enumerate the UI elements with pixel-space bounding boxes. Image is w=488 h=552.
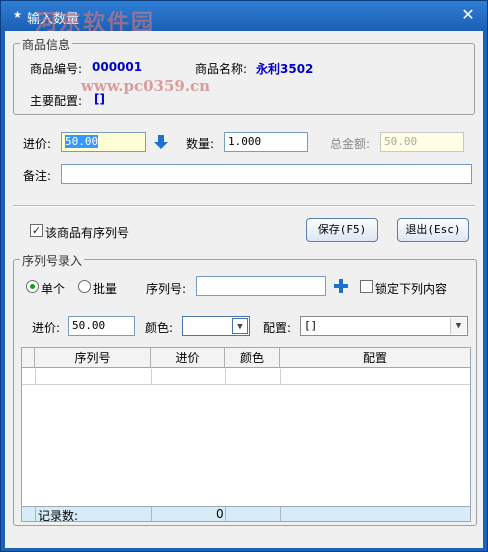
color-select[interactable]: ▼ bbox=[182, 316, 250, 336]
main-config-label: 主要配置: bbox=[30, 94, 83, 108]
price-label: 进价: bbox=[23, 137, 52, 151]
batch-mode-radio[interactable] bbox=[78, 280, 91, 293]
serial-entry-title: 序列号录入 bbox=[20, 252, 85, 269]
price-input[interactable]: 50.00 bbox=[61, 132, 146, 152]
config-select-value: [] bbox=[304, 319, 318, 332]
save-button[interactable]: 保存(F5) bbox=[306, 218, 378, 242]
color-label: 颜色: bbox=[145, 321, 174, 335]
add-plus-icon[interactable] bbox=[334, 279, 348, 293]
serial-price-input[interactable]: 50.00 bbox=[68, 316, 135, 336]
table-row[interactable] bbox=[22, 369, 470, 385]
arrow-down-icon[interactable] bbox=[153, 134, 169, 150]
product-info-group: 商品信息 商品编号: 000001 商品名称: 永利3502 主要配置: [] bbox=[13, 36, 475, 115]
column-header-serial[interactable]: 序列号 bbox=[35, 348, 151, 368]
section-divider bbox=[13, 205, 475, 207]
serial-number-input[interactable] bbox=[196, 276, 326, 296]
has-serial-checkbox[interactable]: ✓ bbox=[30, 224, 43, 237]
config-select[interactable]: [] ▼ bbox=[300, 316, 468, 336]
serial-grid[interactable]: 序列号 进价 颜色 配置 记录数: 0 bbox=[21, 347, 471, 523]
has-serial-label: 该商品有序列号 bbox=[45, 226, 130, 240]
quantity-label: 数量: bbox=[186, 137, 215, 151]
lock-content-checkbox[interactable] bbox=[360, 280, 373, 293]
column-header-indicator bbox=[22, 348, 35, 368]
grid-footer: 记录数: 0 bbox=[22, 506, 470, 523]
dialog-body: www.pc0359.cn 商品信息 商品编号: 000001 商品名称: 永利… bbox=[5, 31, 483, 548]
batch-mode-label: 批量 bbox=[93, 282, 118, 296]
total-amount-input: 50.00 bbox=[380, 132, 464, 152]
note-label: 备注: bbox=[23, 169, 52, 183]
total-amount-label: 总金额: bbox=[330, 137, 371, 151]
single-mode-label: 单个 bbox=[41, 282, 66, 296]
title-bar[interactable]: ★ 输入数量 河东软件园 ✕ bbox=[1, 1, 487, 36]
price-input-value: 50.00 bbox=[65, 135, 99, 148]
column-header-config[interactable]: 配置 bbox=[280, 348, 470, 368]
note-input[interactable] bbox=[61, 164, 472, 184]
product-name-label: 商品名称: bbox=[195, 62, 248, 76]
main-config-value: [] bbox=[94, 92, 105, 106]
single-mode-radio[interactable] bbox=[26, 280, 39, 293]
quantity-input[interactable]: 1.000 bbox=[224, 132, 308, 152]
record-count-value: 0 bbox=[216, 507, 224, 521]
product-info-title: 商品信息 bbox=[20, 36, 73, 53]
input-quantity-dialog: ★ 输入数量 河东软件园 ✕ www.pc0359.cn 商品信息 商品编号: … bbox=[0, 0, 488, 552]
product-name-value: 永利3502 bbox=[256, 62, 314, 76]
column-header-price[interactable]: 进价 bbox=[151, 348, 225, 368]
chevron-down-icon[interactable]: ▼ bbox=[450, 318, 466, 334]
close-button[interactable]: ✕ bbox=[459, 6, 477, 24]
grid-header: 序列号 进价 颜色 配置 bbox=[22, 348, 470, 368]
column-header-color[interactable]: 颜色 bbox=[225, 348, 280, 368]
exit-button[interactable]: 退出(Esc) bbox=[397, 218, 469, 242]
record-count-label: 记录数: bbox=[38, 509, 79, 523]
config-label: 配置: bbox=[263, 321, 292, 335]
app-star-icon: ★ bbox=[13, 10, 22, 21]
lock-content-label: 锁定下列内容 bbox=[375, 282, 448, 296]
chevron-down-icon[interactable]: ▼ bbox=[232, 318, 248, 334]
product-code-value: 000001 bbox=[92, 60, 143, 74]
product-code-label: 商品编号: bbox=[30, 62, 83, 76]
serial-number-label: 序列号: bbox=[146, 282, 187, 296]
serial-price-label: 进价: bbox=[32, 321, 61, 335]
